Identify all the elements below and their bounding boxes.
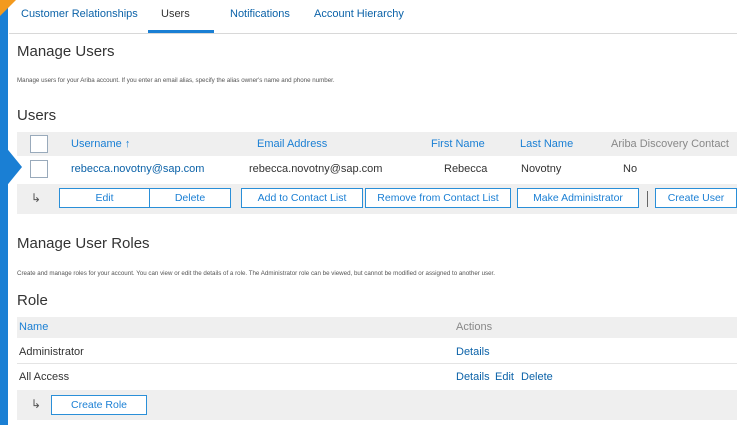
roles-table-header: Name Actions (17, 317, 737, 338)
manage-users-description: Manage users for your Ariba account. If … (17, 77, 335, 84)
column-role-actions: Actions (456, 321, 493, 333)
row-divider (17, 363, 737, 364)
button-separator (647, 191, 648, 207)
create-user-button[interactable]: Create User (655, 188, 737, 208)
roles-action-bar: ↳ Create Role (17, 390, 737, 420)
username-link[interactable]: rebecca.novotny@sap.com (71, 163, 204, 175)
all-access-delete-link[interactable]: Delete (521, 371, 553, 383)
discovery-cell: No (623, 163, 638, 175)
main-content: Customer Relationships Users Notificatio… (9, 0, 737, 425)
role-name-administrator: Administrator (19, 346, 84, 358)
tab-bar: Customer Relationships Users Notificatio… (9, 0, 737, 34)
administrator-details-link[interactable]: Details (456, 346, 490, 358)
add-to-contact-list-button[interactable]: Add to Contact List (241, 188, 363, 208)
active-tab-indicator (148, 30, 214, 33)
sort-ascending-icon: ↑ (124, 138, 131, 150)
column-role-name[interactable]: Name (19, 321, 48, 333)
create-role-button[interactable]: Create Role (51, 395, 147, 415)
edit-button[interactable]: Edit (59, 188, 150, 208)
tab-notifications[interactable]: Notifications (230, 8, 290, 20)
last-name-cell: Novotny (521, 163, 562, 175)
make-administrator-button[interactable]: Make Administrator (517, 188, 639, 208)
row-select-checkbox[interactable] (30, 160, 48, 178)
remove-from-contact-list-button[interactable]: Remove from Contact List (365, 188, 511, 208)
users-action-bar: ↳ Edit Delete Add to Contact List Remove… (17, 184, 737, 214)
manage-users-title: Manage Users (17, 43, 115, 60)
users-section-title: Users (17, 107, 57, 124)
delete-button[interactable]: Delete (149, 188, 231, 208)
left-accent-bar (0, 0, 8, 425)
manage-roles-title: Manage User Roles (17, 235, 150, 252)
column-username[interactable]: Username ↑ (71, 138, 130, 150)
manage-roles-description: Create and manage roles for your account… (17, 270, 495, 277)
tab-account-hierarchy[interactable]: Account Hierarchy (314, 8, 404, 20)
return-arrow-icon: ↳ (31, 397, 42, 411)
return-arrow-icon: ↳ (31, 191, 42, 205)
tab-users[interactable]: Users (161, 8, 190, 20)
column-discovery-contact: Ariba Discovery Contact (611, 138, 729, 150)
column-email[interactable]: Email Address (257, 138, 327, 150)
email-cell: rebecca.novotny@sap.com (249, 163, 383, 175)
users-table-header: Username ↑ Email Address First Name Last… (17, 132, 737, 156)
tab-customer-relationships[interactable]: Customer Relationships (21, 8, 138, 20)
first-name-cell: Rebecca (444, 163, 488, 175)
all-access-details-link[interactable]: Details (456, 371, 490, 383)
role-section-title: Role (17, 292, 48, 309)
column-last-name[interactable]: Last Name (520, 138, 573, 150)
all-access-edit-link[interactable]: Edit (495, 371, 514, 383)
column-first-name[interactable]: First Name (431, 138, 485, 150)
role-name-all-access: All Access (19, 371, 70, 383)
select-all-checkbox[interactable] (30, 135, 48, 153)
